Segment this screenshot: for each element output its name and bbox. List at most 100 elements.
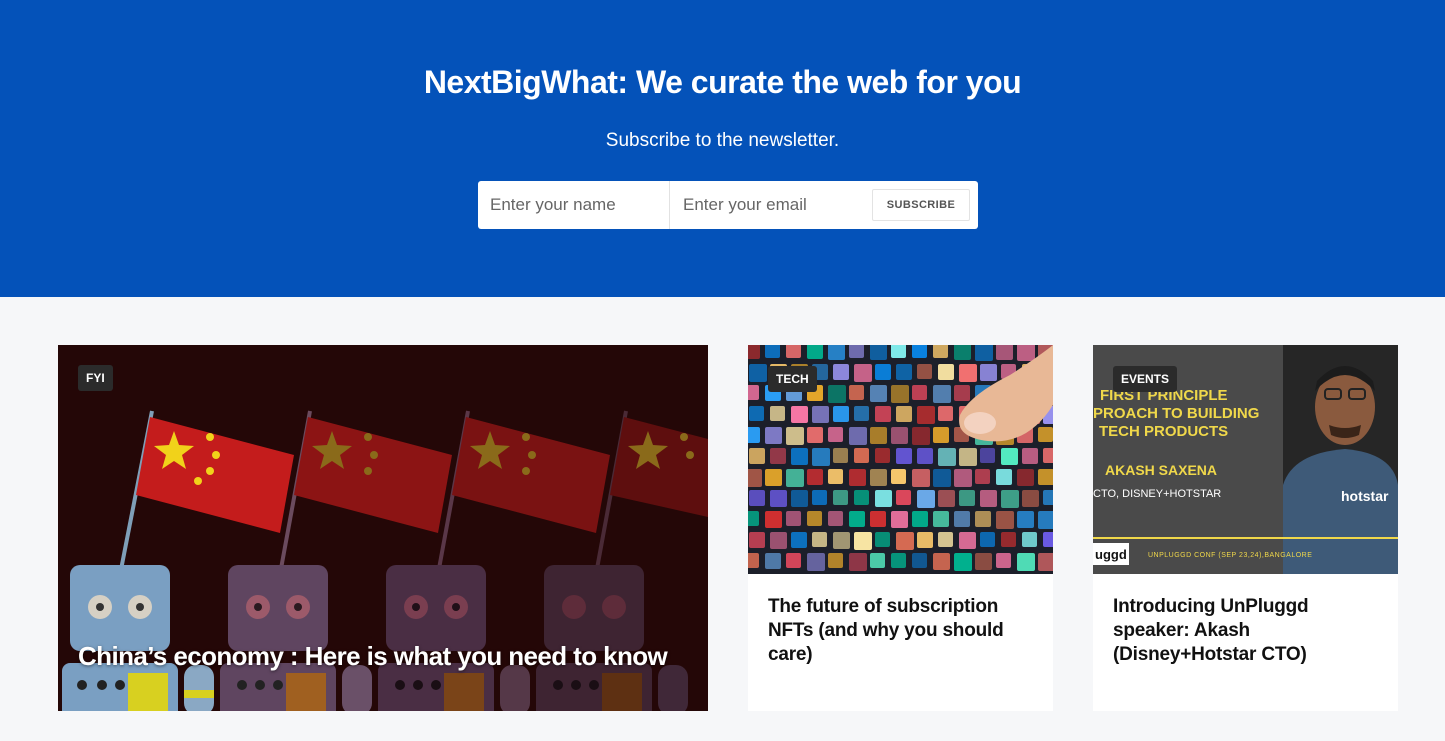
nft-tile (786, 427, 804, 445)
poster-line-3: TECH PRODUCTS (1099, 423, 1228, 440)
nft-tile (975, 469, 990, 484)
nft-tile (849, 345, 864, 358)
nft-tile (954, 511, 970, 527)
nft-tile (891, 345, 906, 358)
nft-tile (896, 406, 912, 422)
nft-tile (833, 532, 850, 549)
nft-tile (765, 427, 782, 444)
nft-tile (933, 511, 949, 527)
nft-tile (917, 406, 935, 424)
nft-tile (996, 469, 1012, 485)
nft-tile (975, 345, 993, 361)
nft-tile (1038, 553, 1053, 571)
nft-tile (849, 469, 866, 486)
nft-tile (849, 511, 865, 527)
nft-tile (912, 553, 927, 568)
nft-tile (938, 532, 953, 547)
article-card[interactable]: TECH The future of subscription NFTs (an… (748, 345, 1053, 711)
nft-tile (917, 532, 933, 548)
nft-tile (833, 490, 848, 505)
nft-tile (891, 427, 908, 444)
subscribe-button[interactable]: SUBSCRIBE (872, 189, 970, 221)
nft-tile (833, 364, 849, 380)
nft-tile (896, 448, 912, 464)
nft-tile (1043, 532, 1053, 547)
nft-tile (996, 511, 1014, 529)
nft-tile (854, 406, 869, 421)
nft-tile (875, 364, 891, 380)
nft-tile (791, 532, 807, 548)
nft-tile (912, 385, 927, 400)
nft-tile (749, 448, 765, 464)
nft-tile (807, 511, 822, 526)
nft-tile (870, 553, 885, 568)
nft-tile (765, 345, 780, 358)
nft-tile (833, 406, 849, 422)
nft-tile (954, 553, 972, 571)
nft-tile (896, 532, 914, 550)
nft-tile (996, 553, 1011, 568)
nft-tile (828, 385, 846, 403)
featured-article-card[interactable]: FYI China’s economy : Here is what you n… (58, 345, 708, 711)
nft-tile (854, 490, 869, 505)
speaker-role-text: CTO, DISNEY+HOTSTAR (1093, 488, 1221, 500)
nft-tile (933, 469, 951, 487)
email-input[interactable] (670, 181, 870, 229)
nft-tile (875, 490, 892, 507)
conf-info-text: UNPLUGGD CONF (SEP 23,24),BANGALORE (1148, 552, 1312, 559)
nft-tile (748, 511, 759, 526)
nft-tile (748, 553, 759, 568)
nft-tile (828, 345, 845, 360)
name-input[interactable] (478, 181, 670, 229)
nft-tile (980, 490, 997, 507)
nft-tile (912, 427, 930, 445)
nft-tile (786, 511, 801, 526)
nft-tile (828, 469, 843, 484)
nft-tile (748, 469, 762, 487)
nft-tile (770, 532, 787, 549)
article-title[interactable]: The future of subscription NFTs (and why… (768, 595, 1036, 667)
nft-tile (959, 364, 977, 382)
nft-tile (975, 511, 991, 527)
nft-tile (954, 385, 970, 401)
nft-tile (828, 427, 843, 442)
nft-tile (1022, 490, 1039, 507)
nft-tile (812, 532, 827, 547)
nft-tile (954, 469, 972, 487)
fingernail-graphic (964, 412, 996, 434)
category-badge[interactable]: FYI (78, 365, 113, 391)
nft-tile (912, 345, 927, 358)
category-badge[interactable]: TECH (768, 366, 817, 392)
nft-tile (828, 553, 843, 568)
nft-tile (980, 532, 995, 547)
newsletter-hero: NextBigWhat: We curate the web for you S… (0, 0, 1445, 297)
unpluggd-logo-text: uggd (1095, 547, 1127, 562)
hero-title: NextBigWhat: We curate the web for you (423, 64, 1022, 100)
nft-tile (791, 406, 808, 423)
nft-tile (807, 345, 823, 359)
article-title[interactable]: China’s economy : Here is what you need … (78, 641, 668, 672)
nft-tile (959, 448, 977, 466)
nft-tile (959, 532, 976, 549)
nft-tile (917, 490, 935, 508)
nft-tile (807, 469, 823, 485)
nft-tile (1022, 532, 1037, 547)
nft-tile (996, 345, 1013, 360)
nft-tile (917, 448, 933, 464)
nft-tile (770, 490, 787, 507)
nft-tile (875, 532, 890, 547)
nft-tile (748, 345, 760, 359)
nft-tile (849, 385, 864, 400)
nft-tile (1038, 511, 1053, 529)
nft-tile (828, 511, 843, 526)
nft-tile (748, 427, 760, 443)
nft-tile (1001, 448, 1018, 465)
article-title[interactable]: Introducing UnPluggd speaker: Akash (Dis… (1113, 595, 1381, 667)
nft-tile (1017, 469, 1034, 486)
nft-tile (1043, 448, 1053, 463)
nft-tile (854, 448, 869, 463)
article-card[interactable]: hotstar FIRST PRINCIPLE PROACH TO BUILDI… (1093, 345, 1398, 711)
nft-tile (765, 511, 782, 528)
nft-tile (938, 364, 954, 380)
category-badge[interactable]: EVENTS (1113, 366, 1178, 392)
